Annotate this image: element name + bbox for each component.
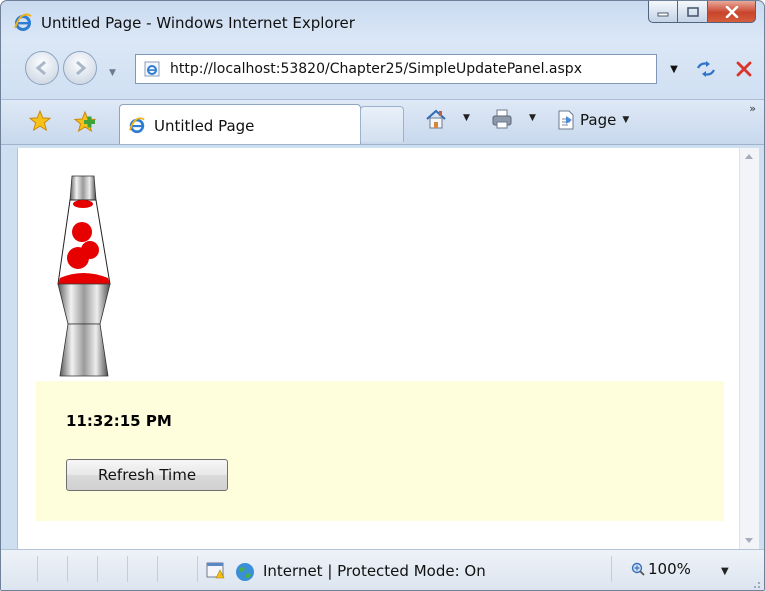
- back-icon: [35, 60, 46, 76]
- add-favorites-icon[interactable]: [73, 110, 97, 134]
- forward-button[interactable]: [63, 51, 97, 85]
- refresh-time-button[interactable]: Refresh Time: [66, 459, 228, 491]
- minimize-icon: [657, 12, 669, 16]
- command-bar: Untitled Page ▼ ▼ Page ▼ »: [1, 99, 764, 145]
- title-bar: Untitled Page - Windows Internet Explore…: [1, 1, 764, 45]
- page-menu-button[interactable]: Page ▼: [557, 108, 629, 132]
- home-dropdown[interactable]: ▼: [463, 113, 470, 123]
- print-dropdown[interactable]: ▼: [529, 113, 536, 123]
- status-divider: [197, 556, 198, 582]
- lava-lamp-image: [57, 175, 111, 377]
- page-ie-icon: [144, 61, 160, 77]
- status-divider: [37, 556, 38, 582]
- status-divider: [67, 556, 68, 582]
- close-icon: [725, 5, 738, 18]
- scroll-down-arrow[interactable]: [745, 538, 753, 543]
- status-divider: [127, 556, 128, 582]
- window-controls: [648, 1, 756, 25]
- ie-logo-icon: [128, 117, 145, 134]
- window-title: Untitled Page - Windows Internet Explore…: [41, 14, 355, 32]
- zoom-icon: [631, 562, 645, 576]
- more-commands-button[interactable]: »: [749, 102, 756, 115]
- url-text[interactable]: http://localhost:53820/Chapter25/SimpleU…: [170, 61, 582, 77]
- forward-icon: [76, 60, 87, 76]
- tab-untitled-page[interactable]: Untitled Page: [119, 104, 361, 144]
- globe-icon[interactable]: [235, 562, 255, 582]
- page-content: 11:32:15 PM Refresh Time: [17, 148, 740, 549]
- page-icon: [558, 110, 574, 130]
- recent-pages-dropdown[interactable]: ▼: [109, 68, 116, 78]
- stop-icon: [736, 61, 752, 77]
- new-tab-button[interactable]: [360, 106, 404, 142]
- print-icon[interactable]: [491, 108, 513, 130]
- zoom-dropdown[interactable]: ▼: [721, 566, 729, 577]
- current-time: 11:32:15 PM: [66, 412, 172, 430]
- tab-label: Untitled Page: [154, 117, 255, 135]
- stop-button[interactable]: [729, 54, 759, 84]
- maximize-icon: [686, 6, 699, 17]
- back-button[interactable]: [25, 51, 59, 85]
- security-zone-text[interactable]: Internet | Protected Mode: On: [263, 562, 486, 580]
- status-bar: Internet | Protected Mode: On 100% ▼: [1, 549, 764, 590]
- refresh-icon: [697, 61, 715, 77]
- zoom-level-button[interactable]: 100%: [631, 560, 691, 578]
- ie-logo-icon: [14, 13, 32, 31]
- refresh-button[interactable]: [691, 54, 721, 84]
- resize-grip-icon[interactable]: [751, 579, 761, 589]
- home-icon[interactable]: [425, 108, 447, 130]
- zoom-level: 100%: [648, 560, 691, 578]
- status-divider: [611, 556, 612, 582]
- page-menu-label: Page: [580, 111, 617, 129]
- favorites-star-icon[interactable]: [29, 110, 51, 132]
- update-panel: 11:32:15 PM Refresh Time: [36, 381, 724, 521]
- status-divider: [157, 556, 158, 582]
- status-divider: [97, 556, 98, 582]
- chevron-down-icon: ▼: [622, 115, 630, 125]
- minimize-button[interactable]: [648, 1, 678, 23]
- address-dropdown[interactable]: ▼: [667, 60, 681, 78]
- vertical-scrollbar[interactable]: [739, 148, 759, 549]
- maximize-button[interactable]: [678, 1, 708, 23]
- security-report-icon[interactable]: [206, 562, 226, 580]
- scroll-up-arrow[interactable]: [745, 154, 753, 159]
- browser-window: Untitled Page - Windows Internet Explore…: [0, 0, 765, 591]
- address-bar[interactable]: http://localhost:53820/Chapter25/SimpleU…: [135, 54, 657, 84]
- close-button[interactable]: [708, 1, 756, 23]
